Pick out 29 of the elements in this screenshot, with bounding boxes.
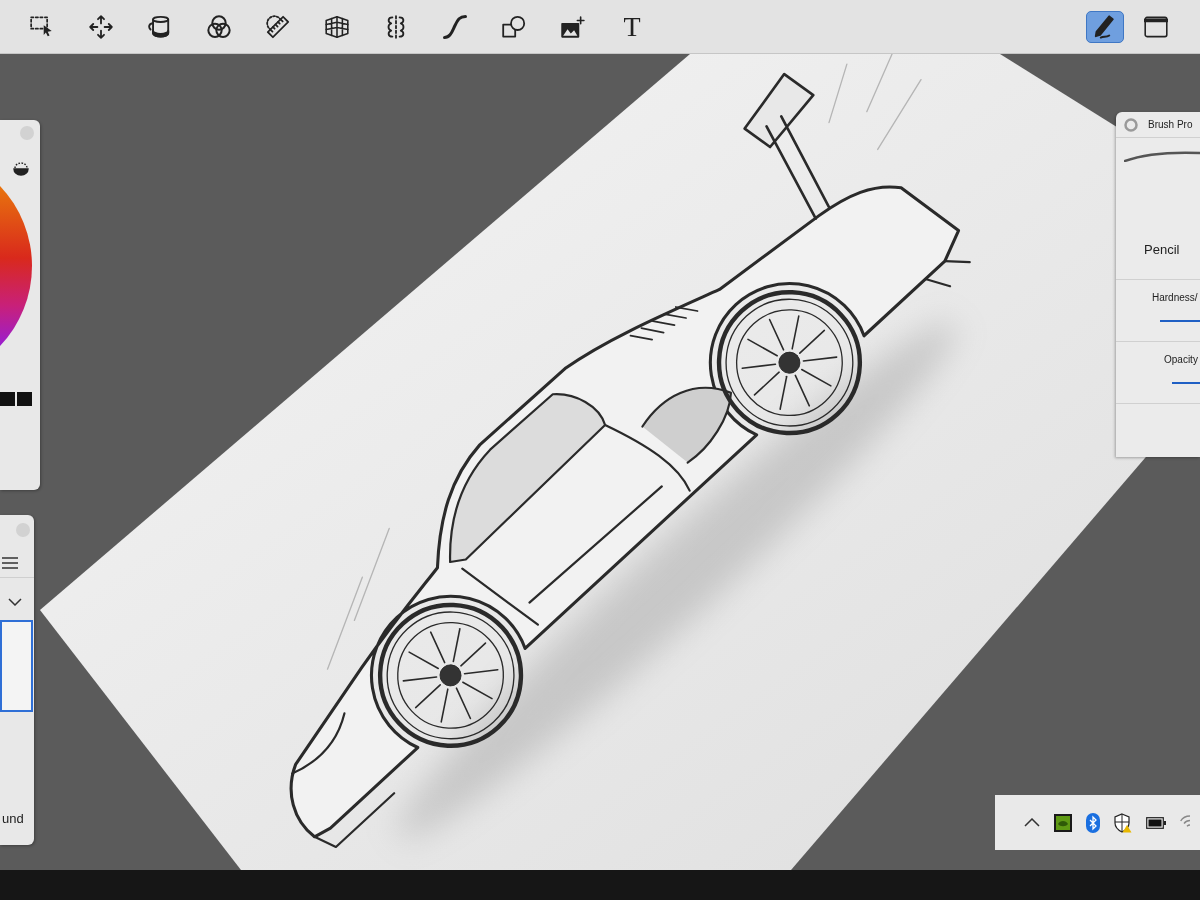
image-add-icon — [561, 14, 585, 39]
battery-icon[interactable] — [1146, 816, 1166, 829]
layer-thumbnail[interactable] — [0, 620, 33, 712]
bowl-icon[interactable] — [12, 162, 30, 176]
shield-warning-icon[interactable] — [1114, 812, 1132, 833]
panel-title: Brush Pro — [1148, 118, 1193, 132]
selection-icon — [30, 14, 54, 39]
pen-mode-button[interactable] — [1086, 10, 1124, 43]
layer-item[interactable]: und — [0, 808, 34, 829]
setting-label: Opacity — [1164, 353, 1199, 367]
color-swatch-icon[interactable] — [17, 392, 32, 406]
shapes-icon — [502, 14, 526, 39]
color-wheel[interactable] — [0, 186, 32, 346]
three-circles-icon — [207, 14, 231, 39]
menu-icon[interactable] — [2, 557, 18, 569]
text-tool-button[interactable]: T — [610, 6, 654, 47]
brush-name: Pencil — [1144, 240, 1180, 259]
bluetooth-icon[interactable] — [1086, 812, 1100, 833]
setting-label: Hardness/ — [1152, 291, 1199, 305]
chevron-up-icon[interactable] — [1024, 818, 1040, 827]
curve-icon — [443, 14, 467, 39]
window-icon — [1144, 14, 1168, 39]
move-icon — [89, 14, 113, 39]
perspective-grid-icon — [325, 14, 349, 39]
app-tray-icon[interactable] — [1054, 813, 1072, 832]
chevron-down-icon[interactable] — [8, 598, 22, 606]
color-swatch-icon[interactable] — [0, 392, 15, 406]
pen-icon — [1093, 14, 1117, 39]
paint-can-icon — [148, 14, 172, 39]
